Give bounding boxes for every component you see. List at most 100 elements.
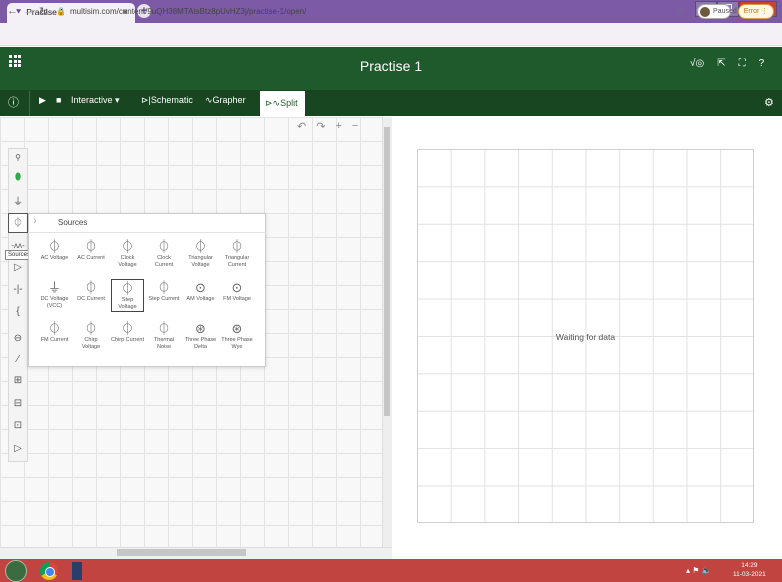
split-label: Split <box>280 98 298 108</box>
source-item-label: Three Phase Wye <box>221 337 253 350</box>
source-item-label: AC Current <box>77 255 105 261</box>
sources-grid: ⏀ AC Voltage ⏀ AC Current ⏀ Clock Voltage ⏀ Clo… <box>38 238 258 363</box>
back-button[interactable]: ← <box>7 5 18 17</box>
simulate-icon[interactable]: √◎ <box>690 58 704 69</box>
source-item-label: Triangular Voltage <box>188 255 213 268</box>
undo-icon[interactable]: ↶ <box>297 120 306 133</box>
chevron-right-icon: › <box>33 215 37 227</box>
source-item-label: Chirp Current <box>111 337 145 343</box>
info-icon[interactable]: ⓘ <box>8 94 19 110</box>
play-icon[interactable]: ▶ <box>39 95 46 106</box>
grapher-tab[interactable]: ∿Grapher <box>205 95 246 106</box>
address-bar <box>0 23 782 46</box>
fullscreen-icon[interactable]: ⛶ <box>739 58 746 69</box>
amplifier-icon[interactable]: ▷ <box>8 262 28 273</box>
reload-button[interactable]: ↻ <box>39 5 48 18</box>
three-phase-wye-icon: ⊛ <box>231 321 243 336</box>
grapher-icon: ∿ <box>205 95 213 105</box>
gear-icon[interactable]: ⚙ <box>764 96 774 109</box>
source-item[interactable]: ⏀ DC Current <box>75 279 108 303</box>
source-item[interactable]: ⏀ Triangular Voltage <box>184 238 217 269</box>
source-item[interactable]: ⏀ Chirp Voltage <box>75 320 108 351</box>
source-item[interactable]: ⏀ AC Voltage <box>38 238 71 262</box>
interactive-dropdown[interactable]: Interactive ▾ <box>71 95 120 106</box>
buffer-icon[interactable]: ▷ <box>8 443 28 454</box>
chrome-taskbar-icon[interactable] <box>40 562 58 580</box>
stop-icon[interactable]: ■ <box>56 95 61 105</box>
source-item-label: Chirp Voltage <box>81 337 101 350</box>
chip-icon[interactable]: ⊞ <box>8 375 28 386</box>
canvas-tools: ↶ ↷ + − <box>297 120 358 133</box>
source-item-label: Clock Voltage <box>118 255 137 268</box>
source-item[interactable]: ⊛ Three Phase Wye <box>221 320 254 351</box>
chirp-current-icon: ⏀ <box>120 321 134 336</box>
source-item[interactable]: ⏀ Thermal Noise <box>148 320 181 351</box>
system-tray[interactable]: ▴ ⚑ 🔈 <box>686 566 712 575</box>
source-item-label: AC Voltage <box>40 255 69 261</box>
error-button[interactable]: Error ⋮ <box>738 4 774 19</box>
app-taskbar-icon[interactable] <box>72 562 82 580</box>
split-icon: ⊳∿ <box>265 98 281 108</box>
source-item[interactable]: ⏀ AC Current <box>75 238 108 262</box>
ac-voltage-icon: ⏀ <box>47 239 61 254</box>
url-field[interactable]: 🔒 multisim.com/content/9uQH38MTAtsBtz8pUv… <box>56 5 656 19</box>
source-item-label: Three Phase Delta <box>184 337 217 350</box>
source-item-label: FM Current <box>40 337 69 343</box>
source-item[interactable]: ⏀ Chirp Current <box>111 320 144 344</box>
source-item-label: Step Voltage <box>118 297 137 310</box>
horizontal-scroll-thumb[interactable] <box>117 549 246 556</box>
step-voltage-icon: ⏀ <box>120 281 134 296</box>
source-item[interactable]: ⏀ Clock Current <box>148 238 181 269</box>
start-button[interactable] <box>5 560 27 582</box>
schematic-icon: ⊳| <box>141 95 151 105</box>
vertical-scroll-thumb[interactable] <box>384 127 390 416</box>
resistor-icon[interactable]: -ᴧᴧ- <box>8 241 28 250</box>
redo-icon[interactable]: ↷ <box>316 120 325 133</box>
source-item[interactable]: ⊙ FM Voltage <box>221 279 254 303</box>
inductor-icon[interactable]: { <box>8 306 28 317</box>
probe-icon[interactable]: ⬮ <box>8 172 28 183</box>
ground-icon[interactable]: ⏚ <box>8 193 28 208</box>
meter-icon[interactable]: ⊖ <box>8 333 28 344</box>
connector-icon[interactable]: ⊡ <box>8 420 28 431</box>
source-item[interactable]: ⊛ Three Phase Delta <box>184 320 217 351</box>
source-item[interactable]: ⏀ FM Current <box>38 320 71 344</box>
schematic-tab[interactable]: ⊳|Schematic <box>141 95 193 106</box>
source-item-label: Clock Current <box>154 255 174 268</box>
source-item[interactable]: ⏚ DC Voltage (VCC) <box>38 279 71 310</box>
source-item[interactable]: ⏀ Triangular Current <box>221 238 254 269</box>
profile-paused-button[interactable]: Paused <box>697 4 737 19</box>
capacitor-icon[interactable]: -|- <box>8 284 28 295</box>
help-icon[interactable]: ? <box>759 58 765 69</box>
grapher-label: Grapher <box>212 95 246 105</box>
header-actions: √◎ ⇱ ⛶ ? <box>690 58 764 69</box>
source-item[interactable]: ⊙ AM Voltage <box>184 279 217 303</box>
zoom-out-icon[interactable]: − <box>352 120 358 133</box>
split-tab[interactable]: ⊳∿Split <box>260 91 305 116</box>
switch-icon[interactable]: ⁄ <box>8 354 28 365</box>
lock-icon: 🔒 <box>56 7 66 16</box>
bookmark-star-icon[interactable]: ☆ <box>676 4 686 17</box>
os-taskbar <box>0 559 782 582</box>
search-icon[interactable]: ⚲ <box>8 153 28 162</box>
clock-date: 11-03-2021 <box>733 571 766 578</box>
share-icon[interactable]: ⇱ <box>717 58 725 69</box>
clock-voltage-icon: ⏀ <box>120 239 134 254</box>
thermal-noise-icon: ⏀ <box>157 321 171 336</box>
sources-category-button[interactable]: ⏀ <box>8 213 28 233</box>
source-item-label: Triangular Current <box>224 255 250 268</box>
source-item[interactable]: ⏀ Step Voltage <box>111 279 144 312</box>
triangular-voltage-icon: ⏀ <box>193 239 207 254</box>
source-item-label: Step Current <box>148 296 180 302</box>
source-icon: ⏀ <box>13 218 23 229</box>
zoom-in-icon[interactable]: + <box>335 120 341 133</box>
ac-current-icon: ⏀ <box>84 239 98 254</box>
source-item[interactable]: ⏀ Clock Voltage <box>111 238 144 269</box>
error-label: Error <box>743 8 760 15</box>
fm-current-icon: ⏀ <box>47 321 61 336</box>
digital-icon[interactable]: ⊟ <box>8 398 28 409</box>
forward-button[interactable]: → <box>23 5 34 17</box>
source-item[interactable]: ⏀ Step Current <box>148 279 181 303</box>
clock-time: 14:29 <box>741 562 758 569</box>
clock[interactable]: 14:29 11-03-2021 <box>733 561 766 579</box>
